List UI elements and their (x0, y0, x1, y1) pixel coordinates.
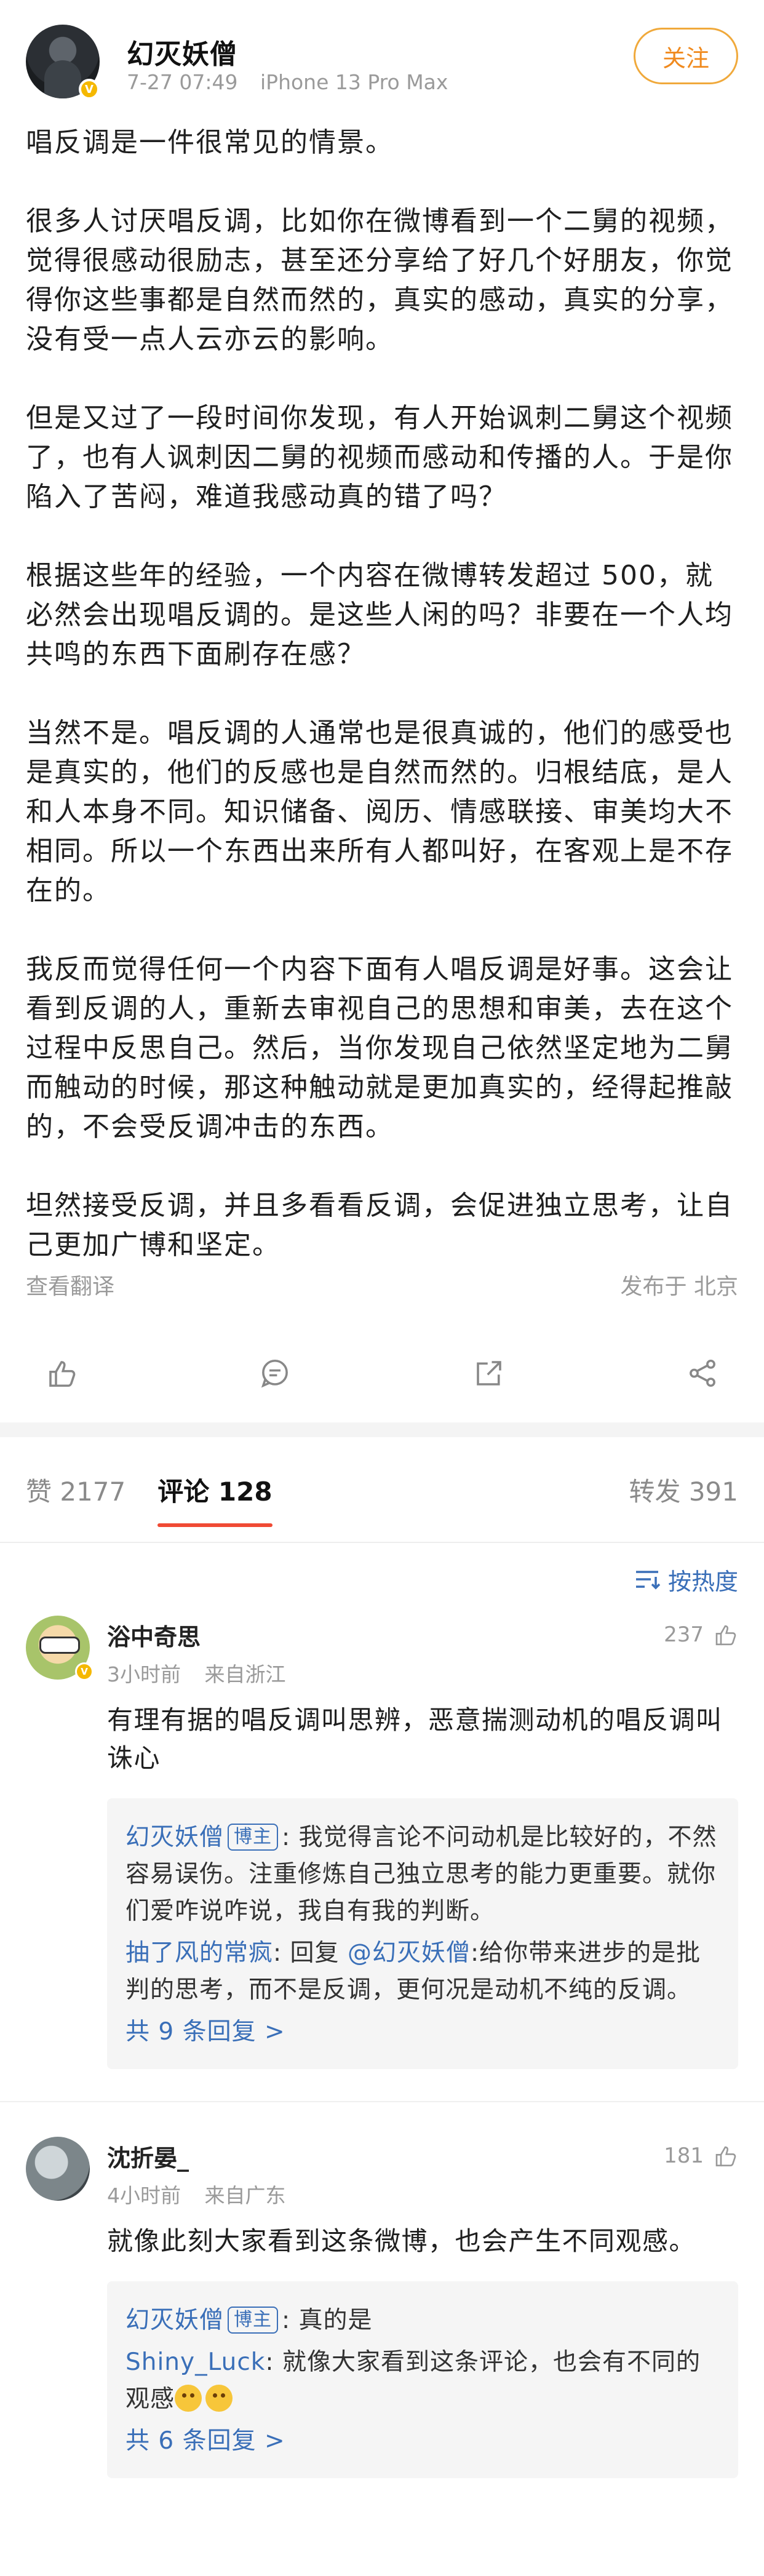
repost-action-icon[interactable] (464, 1349, 514, 1398)
more-replies-link[interactable]: 共 6 条回复 > (125, 2423, 720, 2460)
post-paragraph: 当然不是。唱反调的人通常也是很真诚的，他们的感受也是真实的，他们的反感也是自然而… (26, 717, 733, 906)
tab-reposts[interactable]: 转发 391 (629, 1471, 738, 1509)
post-location: 发布于 北京 (620, 1274, 738, 1299)
reply-item: Shiny_Luck: 就像大家看到这条评论，也会有不同的观感 (125, 2344, 720, 2418)
comment-time: 4小时前 (107, 2183, 181, 2207)
translate-link[interactable]: 查看翻译 (26, 1269, 114, 1302)
emoji-icon (205, 2385, 233, 2412)
post-paragraph: 很多人讨厌唱反调，比如你在微博看到一个二舅的视频，觉得很感动很励志，甚至还分享给… (26, 205, 733, 355)
commenter-name[interactable]: 浴中奇思 (107, 1616, 738, 1652)
commenter-avatar[interactable] (26, 2137, 90, 2201)
post-meta: 7-27 07:49 iPhone 13 Pro Max (127, 70, 464, 94)
post-paragraph: 根据这些年的经验，一个内容在微博转发超过 500，就必然会出现唱反调的。是这些人… (26, 560, 733, 670)
follow-button[interactable]: 关注 (634, 28, 738, 84)
reply-box[interactable]: 幻灭妖僧 博主: 真的是 Shiny_Luck: 就像大家看到这条评论，也会有不同… (107, 2281, 738, 2478)
comment-location: 来自广东 (204, 2183, 286, 2207)
action-bar (0, 1324, 764, 1422)
comment-text: 就像此刻大家看到这条微博，也会产生不同观感。 (107, 2226, 696, 2256)
comment-like-button[interactable]: 181 (664, 2143, 738, 2169)
post-time: 7-27 07:49 (127, 70, 238, 94)
thumbs-up-icon (715, 1625, 736, 1646)
weibo-post-detail-page: V 幻灭妖僧 7-27 07:49 iPhone 13 Pro Max 关注 唱… (0, 0, 764, 2576)
comment-divider (0, 2101, 764, 2102)
interaction-tabs: 赞 2177 评论 128 转发 391 (0, 1437, 764, 1542)
post-paragraph: 坦然接受反调，并且多看看反调，会促进独立思考，让自己更加广博和坚定。 (26, 1190, 733, 1261)
post-paragraph: 但是又过了一段时间你发现，有人开始讽刺二舅这个视频了，也有人讽刺因二舅的视频而感… (26, 402, 733, 512)
tab-comments[interactable]: 评论 128 (157, 1471, 273, 1527)
mention-link[interactable]: @幻灭妖僧 (348, 1939, 471, 1967)
comment-meta: 3小时前 来自浙江 (107, 1658, 738, 1688)
post-paragraph: 我反而觉得任何一个内容下面有人唱反调是好事。这会让看到反调的人，重新去审视自己的… (26, 954, 733, 1142)
reply-text: : 真的是 (282, 2307, 373, 2334)
tab-likes[interactable]: 赞 2177 (26, 1471, 125, 1509)
comment-time: 3小时前 (107, 1662, 181, 1686)
section-divider (0, 1422, 764, 1437)
reply-author[interactable]: Shiny_Luck (125, 2348, 265, 2376)
reply-item: 抽了风的常疯: 回复 @幻灭妖僧:给你带来进步的是批判的思考，而不是反调，更何况… (125, 1935, 720, 2009)
reply-prefix: : 回复 (273, 1939, 348, 1967)
comment-item: 沈折晏_ 4小时前 来自广东 181 就像此刻大家看到这条微博，也会产生不同观感… (0, 2137, 764, 2478)
sort-button[interactable]: 按热度 (668, 1563, 738, 1597)
comment-location: 来自浙江 (204, 1662, 286, 1686)
sort-row: 按热度 (0, 1543, 764, 1616)
verified-badge-icon: V (79, 79, 100, 100)
like-action-icon[interactable] (37, 1349, 86, 1398)
reply-item: 幻灭妖僧 博主: 我觉得言论不问动机是比较好的，不然容易误伤。注重修炼自己独立思考… (125, 1819, 720, 1930)
comment-like-count: 237 (664, 1622, 704, 1647)
reply-box[interactable]: 幻灭妖僧 博主: 我觉得言论不问动机是比较好的，不然容易误伤。注重修炼自己独立思考… (107, 1798, 738, 2069)
verified-badge-icon: V (75, 1662, 94, 1681)
comment-text: 有理有据的唱反调叫思辨，恶意揣测动机的唱反调叫诛心 (107, 1705, 723, 1773)
more-replies-link[interactable]: 共 9 条回复 > (125, 2014, 720, 2051)
reply-author[interactable]: 幻灭妖僧 (125, 2307, 224, 2334)
commenter-name[interactable]: 沈折晏_ (107, 2137, 738, 2173)
author-name[interactable]: 幻灭妖僧 (127, 32, 237, 71)
reply-author[interactable]: 幻灭妖僧 (125, 1824, 224, 1851)
sort-lines-icon (635, 1571, 661, 1590)
comment-like-count: 181 (664, 2143, 704, 2168)
author-tag: 博主 (228, 1824, 279, 1851)
emoji-icon (175, 2385, 202, 2412)
comment-meta: 4小时前 来自广东 (107, 2179, 738, 2209)
share-action-icon[interactable] (678, 1349, 727, 1398)
post-body: 唱反调是一件很常见的情景。 很多人讨厌唱反调，比如你在微博看到一个二舅的视频，觉… (0, 123, 764, 1265)
post-paragraph: 唱反调是一件很常见的情景。 (26, 127, 394, 158)
post-footer-row: 查看翻译 发布于 北京 (0, 1265, 764, 1302)
post-header: V 幻灭妖僧 7-27 07:49 iPhone 13 Pro Max 关注 (0, 0, 764, 123)
reply-item: 幻灭妖僧 博主: 真的是 (125, 2302, 720, 2339)
comment-like-button[interactable]: 237 (664, 1622, 738, 1648)
comment-action-icon[interactable] (250, 1349, 300, 1398)
comment-item: V 浴中奇思 3小时前 来自浙江 237 有理有据的唱反调叫思辨，恶意揣测动机的… (0, 1616, 764, 2069)
post-device: iPhone 13 Pro Max (260, 70, 448, 94)
reply-author[interactable]: 抽了风的常疯 (125, 1939, 273, 1967)
thumbs-up-icon (715, 2146, 736, 2167)
author-tag: 博主 (228, 2307, 279, 2334)
